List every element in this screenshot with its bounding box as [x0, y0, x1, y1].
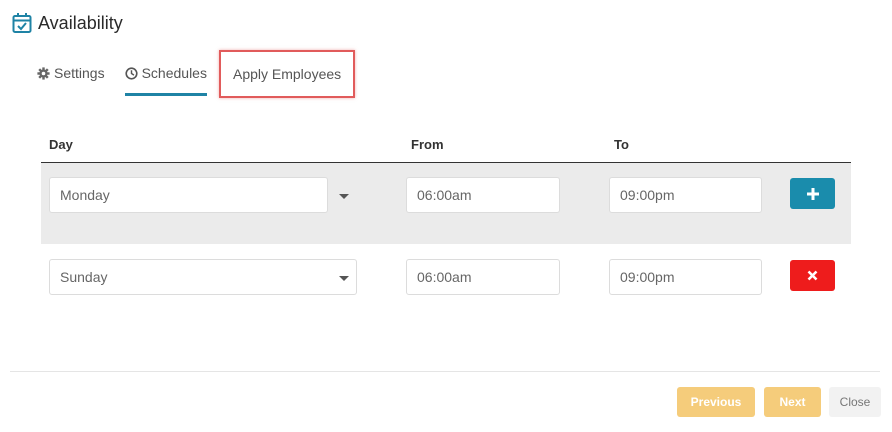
chevron-down-icon[interactable]: [339, 194, 349, 199]
day-select-value: Sunday: [60, 269, 108, 285]
close-button[interactable]: Close: [829, 387, 881, 417]
next-button[interactable]: Next: [764, 387, 821, 417]
footer-divider: [10, 371, 880, 372]
clock-icon: [125, 66, 138, 80]
page-title: Availability: [38, 12, 123, 33]
column-header-day: Day: [49, 137, 73, 152]
to-time-value: 09:00pm: [620, 269, 675, 285]
add-schedule-button[interactable]: [790, 178, 835, 209]
day-select[interactable]: Monday: [49, 177, 328, 213]
tab-bar: Settings Schedules Apply Employees: [37, 50, 356, 98]
column-header-to: To: [614, 137, 629, 152]
tab-settings-label: Settings: [54, 65, 105, 81]
chevron-down-icon[interactable]: [339, 276, 349, 281]
day-select[interactable]: Sunday: [49, 259, 357, 295]
day-select-value: Monday: [60, 187, 110, 203]
remove-schedule-button[interactable]: [790, 260, 835, 291]
from-time-input[interactable]: 06:00am: [406, 259, 560, 295]
plus-icon: [806, 187, 819, 200]
tab-apply-employees[interactable]: Apply Employees: [218, 50, 356, 98]
to-time-input[interactable]: 09:00pm: [609, 177, 762, 213]
from-time-value: 06:00am: [417, 269, 472, 285]
calendar-check-icon: [12, 13, 32, 33]
to-time-value: 09:00pm: [620, 187, 675, 203]
column-header-from: From: [411, 137, 444, 152]
tab-schedules[interactable]: Schedules: [124, 60, 207, 96]
gear-icon: [37, 66, 50, 80]
previous-button[interactable]: Previous: [677, 387, 755, 417]
from-time-input[interactable]: 06:00am: [406, 177, 560, 213]
dialog-header: Availability: [12, 12, 123, 34]
tab-settings[interactable]: Settings: [37, 60, 105, 96]
close-icon: [807, 270, 818, 281]
tab-schedules-label: Schedules: [141, 65, 207, 81]
tab-apply-employees-label: Apply Employees: [232, 66, 342, 82]
to-time-input[interactable]: 09:00pm: [609, 259, 762, 295]
from-time-value: 06:00am: [417, 187, 472, 203]
